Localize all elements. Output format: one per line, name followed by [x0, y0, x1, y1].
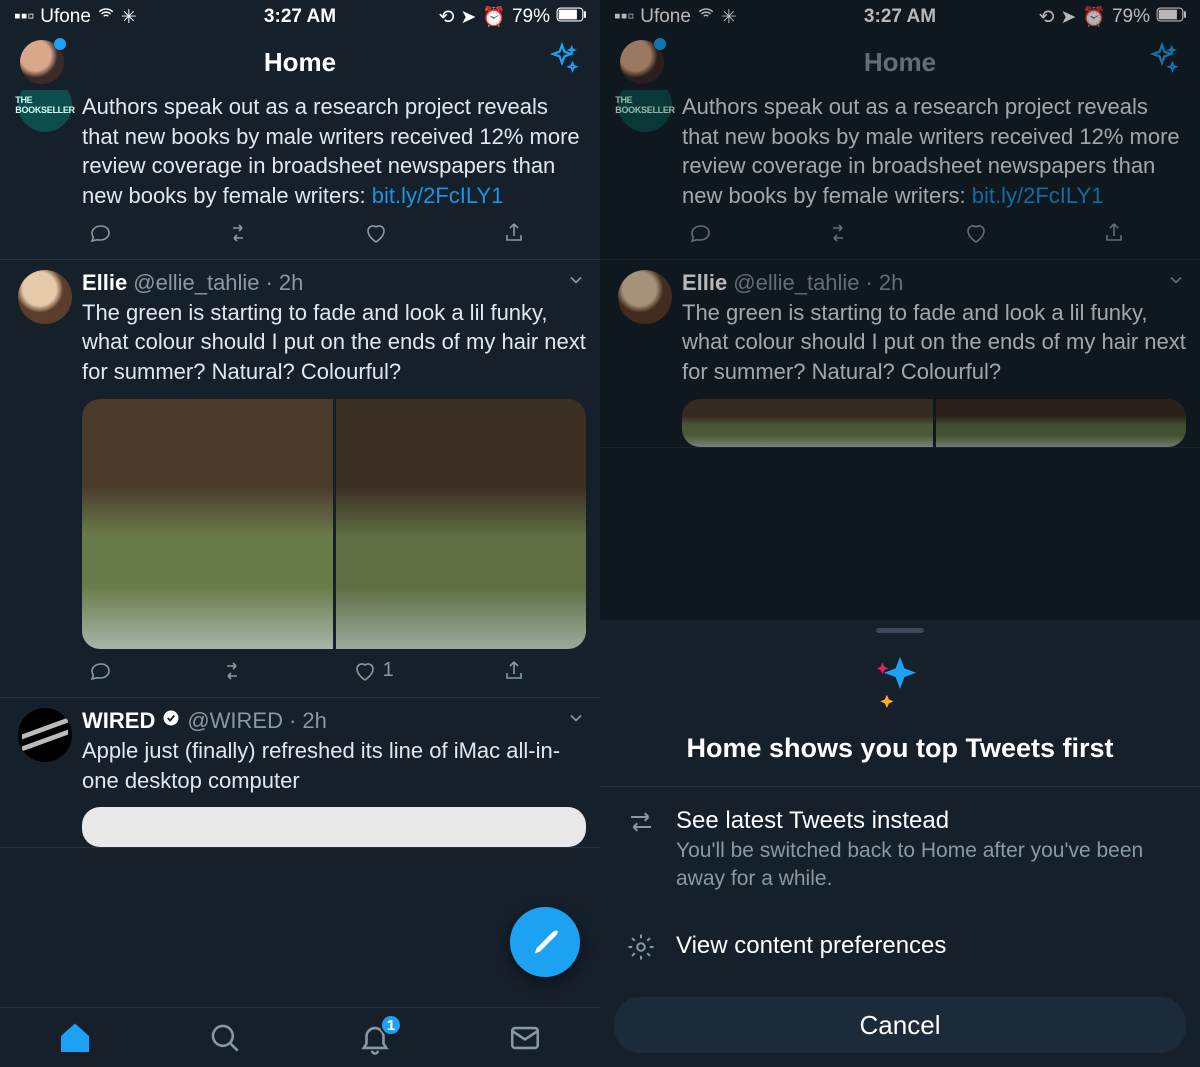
tweet-user-line: Ellie @ellie_tahlie · 2h: [82, 270, 586, 296]
tweet-actions: 1: [82, 649, 586, 697]
tweet-link[interactable]: bit.ly/2FcILY1: [372, 183, 504, 208]
sparkle-icon: [865, 705, 935, 722]
nav-home-button[interactable]: [0, 1008, 150, 1067]
like-count: 1: [383, 659, 394, 682]
sheet-drag-handle[interactable]: [876, 628, 924, 633]
notification-badge: 1: [380, 1014, 402, 1036]
option-title: View content preferences: [676, 932, 946, 960]
option-title: See latest Tweets instead: [676, 807, 1174, 835]
tweet-avatar[interactable]: THE BOOKSELLER: [18, 90, 72, 132]
tweet-time: 2h: [279, 270, 303, 296]
timeline-options-button[interactable]: [544, 42, 580, 83]
battery-percent: 79%: [512, 6, 550, 28]
sheet-title: Home shows you top Tweets first: [620, 733, 1180, 764]
content-preferences-option[interactable]: View content preferences: [600, 912, 1200, 987]
nav-messages-button[interactable]: [450, 1008, 600, 1067]
tweet[interactable]: WIRED @WIRED · 2h Apple just (finally) r…: [0, 698, 600, 848]
tweet-text: Apple just (finally) refreshed its line …: [82, 736, 586, 795]
retweet-button[interactable]: [226, 221, 250, 245]
option-subtitle: You'll be switched back to Home after yo…: [676, 837, 1174, 892]
like-button[interactable]: [364, 221, 388, 245]
tweet-media[interactable]: [82, 399, 586, 649]
share-button[interactable]: [502, 221, 526, 245]
signal-icon: ▪▪▫: [14, 6, 34, 28]
rotation-lock-icon: ⟲: [438, 6, 454, 29]
status-bar: ▪▪▫ Ufone ✳ 3:27 AM ⟲ ➤ ⏰ 79%: [0, 0, 600, 34]
cancel-button[interactable]: Cancel: [614, 997, 1186, 1053]
bottom-nav: 1: [0, 1007, 600, 1067]
profile-avatar-button[interactable]: [20, 40, 64, 84]
nav-search-button[interactable]: [150, 1008, 300, 1067]
tweet-user-line: WIRED @WIRED · 2h: [82, 708, 586, 734]
tweet-handle[interactable]: @WIRED: [187, 708, 283, 734]
page-title: Home: [264, 47, 336, 78]
see-latest-tweets-option[interactable]: See latest Tweets instead You'll be swit…: [600, 787, 1200, 912]
reply-button[interactable]: [88, 659, 112, 683]
tweet-media[interactable]: [82, 807, 586, 847]
verified-badge-icon: [161, 708, 181, 734]
compose-tweet-button[interactable]: [510, 907, 580, 977]
tweet-display-name[interactable]: Ellie: [82, 270, 127, 296]
reply-button[interactable]: [88, 221, 112, 245]
app-header: Home: [0, 34, 600, 90]
swap-icon: [626, 807, 656, 842]
tweet-dropdown-button[interactable]: [566, 708, 586, 734]
nav-notifications-button[interactable]: 1: [300, 1008, 450, 1067]
screenshot-home-feed: ▪▪▫ Ufone ✳ 3:27 AM ⟲ ➤ ⏰ 79% Home: [0, 0, 600, 1067]
like-button[interactable]: 1: [353, 659, 394, 683]
screenshot-timeline-options-sheet: ▪▪▫ Ufone ✳ 3:27 AM ⟲ ➤ ⏰ 79% Home: [600, 0, 1200, 1067]
wifi-icon: [97, 5, 115, 29]
tweet-text: Authors speak out as a research project …: [82, 92, 586, 211]
tweet[interactable]: Ellie @ellie_tahlie · 2h The green is st…: [0, 260, 600, 698]
loading-icon: ✳: [121, 6, 137, 29]
carrier-label: Ufone: [40, 6, 91, 28]
tweet-display-name[interactable]: WIRED: [82, 708, 155, 734]
share-button[interactable]: [502, 659, 526, 683]
tweet-actions: [82, 211, 586, 259]
tweet-handle[interactable]: @ellie_tahlie: [133, 270, 259, 296]
tweet-dropdown-button[interactable]: [566, 270, 586, 296]
gear-icon: [626, 932, 656, 967]
timeline-options-sheet: Home shows you top Tweets first See late…: [600, 620, 1200, 1067]
clock-label: 3:27 AM: [264, 6, 336, 28]
tweet-avatar[interactable]: [18, 270, 72, 324]
tweet-avatar[interactable]: [18, 708, 72, 762]
tweet-text: The green is starting to fade and look a…: [82, 298, 586, 387]
retweet-button[interactable]: [220, 659, 244, 683]
location-icon: ➤: [460, 6, 476, 29]
tweet-time: 2h: [302, 708, 326, 734]
alarm-icon: ⏰: [482, 5, 506, 29]
battery-icon: [556, 6, 586, 28]
timeline-feed: THE BOOKSELLER Authors speak out as a re…: [0, 90, 600, 1067]
tweet[interactable]: THE BOOKSELLER Authors speak out as a re…: [0, 90, 600, 260]
